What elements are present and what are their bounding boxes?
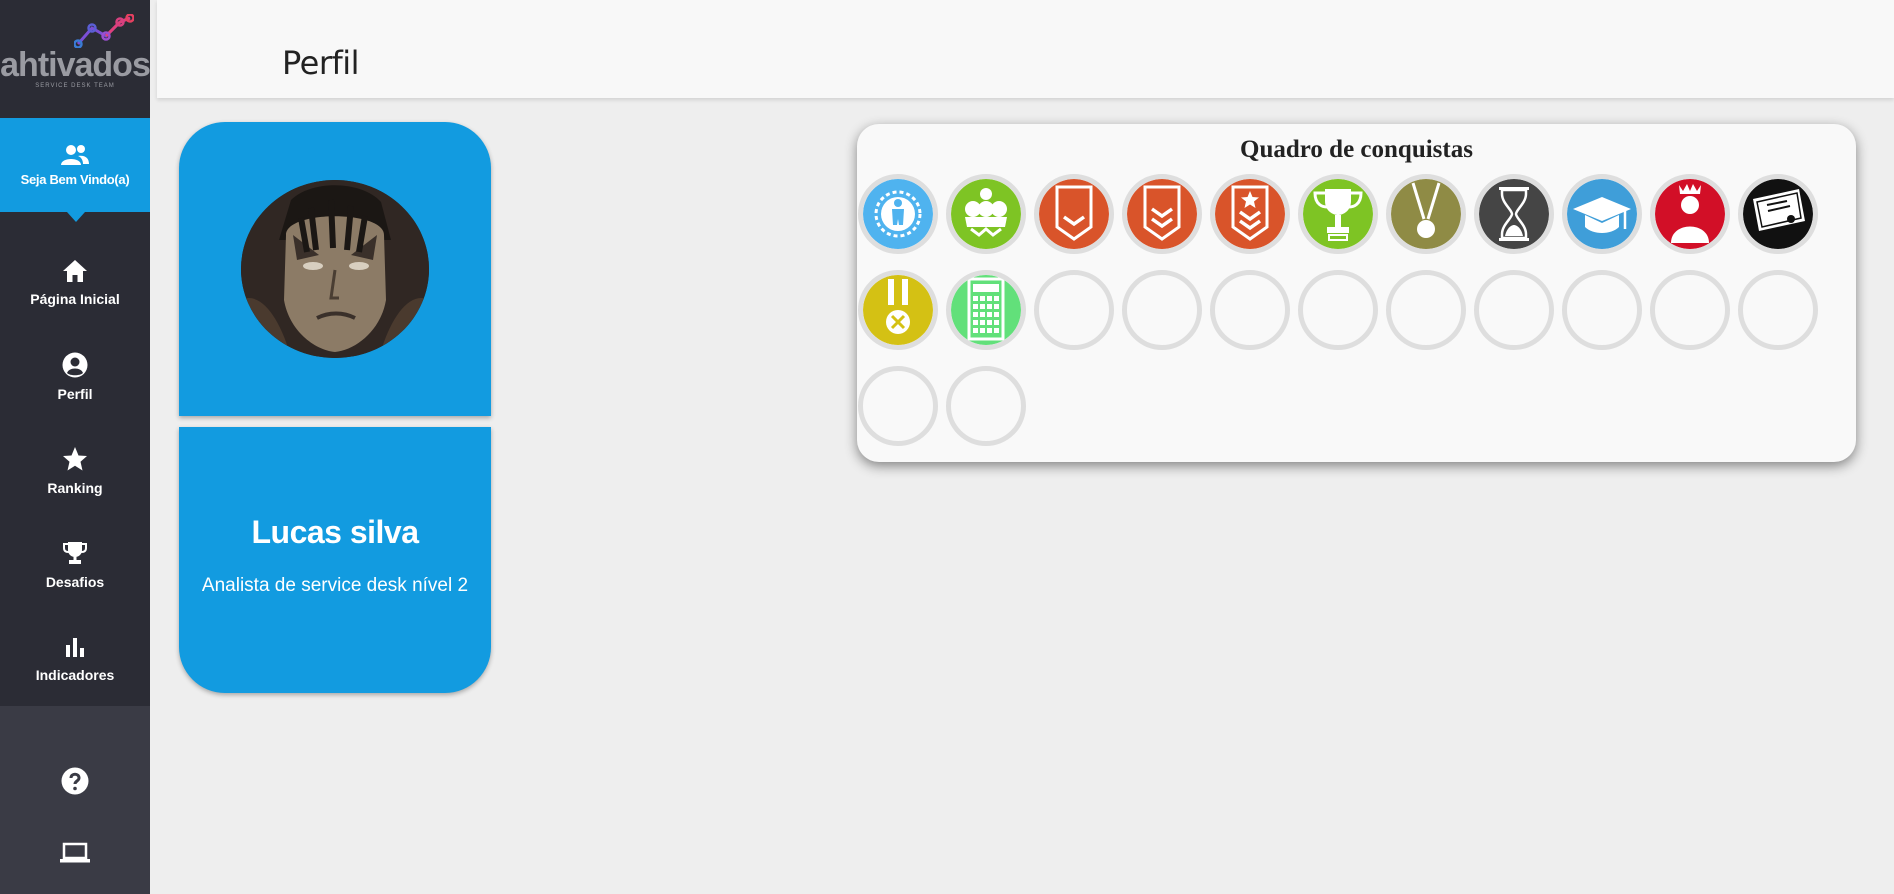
certificate-icon (1743, 179, 1813, 249)
sidebar-footer (0, 706, 150, 894)
logo-subtitle: SERVICE DESK TEAM (35, 82, 115, 89)
welcome-label: Seja Bem Vindo(a) (20, 171, 130, 187)
avatar[interactable] (241, 180, 429, 358)
badge-medal-ribbon[interactable] (858, 270, 938, 350)
avatar-image (241, 180, 429, 358)
profile-card-header (179, 122, 491, 416)
sidebar-item-welcome[interactable]: Seja Bem Vindo(a) (0, 118, 150, 222)
top-header: Perfil (157, 0, 1894, 98)
sidebar-item-label: Desafios (45, 574, 105, 590)
sidebar-item-indicators[interactable]: Indicadores (0, 612, 150, 706)
user-circle-icon (62, 352, 88, 378)
badge-king[interactable] (1650, 174, 1730, 254)
help-icon (61, 767, 89, 795)
users-icon (61, 144, 89, 165)
sidebar-nav: Página Inicial Perfil Ranking Desafios I… (0, 236, 150, 706)
person-sun-icon (863, 179, 933, 249)
achievements-title: Quadro de conquistas (1240, 136, 1473, 163)
achievements-board: Quadro de conquistas (857, 124, 1856, 462)
badge-locked[interactable] (1034, 270, 1114, 350)
hourglass-icon (1479, 179, 1549, 249)
badge-person-sun[interactable] (858, 174, 938, 254)
sidebar-item-home[interactable]: Página Inicial (0, 236, 150, 330)
badge-locked[interactable] (1474, 270, 1554, 350)
badge-locked[interactable] (1650, 270, 1730, 350)
user-name: Lucas silva (251, 513, 419, 550)
badge-locked[interactable] (1738, 270, 1818, 350)
badge-locked[interactable] (1122, 270, 1202, 350)
sidebar-item-ranking[interactable]: Ranking (0, 424, 150, 518)
badge-rank-star[interactable] (1210, 174, 1290, 254)
badge-crowd[interactable] (946, 174, 1026, 254)
badge-locked[interactable] (858, 366, 938, 446)
sidebar: ahtivados SERVICE DESK TEAM Seja Bem Vin… (0, 0, 151, 894)
rank-star-icon (1215, 179, 1285, 249)
logo-text: ahtivados (0, 45, 151, 84)
sidebar-item-label: Indicadores (35, 667, 115, 683)
profile-card-info: Lucas silva Analista de service desk nív… (179, 427, 491, 693)
star-icon (63, 447, 87, 471)
laptop-icon (60, 842, 90, 863)
rank-chevron-1-icon (1039, 179, 1109, 249)
trophy-icon (63, 542, 87, 564)
sidebar-item-challenges[interactable]: Desafios (0, 518, 150, 612)
badge-hourglass[interactable] (1474, 174, 1554, 254)
badge-calculator[interactable] (946, 270, 1026, 350)
device-button[interactable] (60, 838, 90, 868)
logo-graph-icon (74, 14, 134, 48)
badge-rank-1[interactable] (1034, 174, 1114, 254)
badge-locked[interactable] (946, 366, 1026, 446)
crowd-icon (951, 179, 1021, 249)
page-title: Perfil (282, 44, 360, 82)
badge-rank-2[interactable] (1122, 174, 1202, 254)
medal-ribbon-icon (863, 275, 933, 345)
badge-locked[interactable] (1562, 270, 1642, 350)
badge-graduation[interactable] (1562, 174, 1642, 254)
user-role: Analista de service desk nível 2 (201, 574, 469, 596)
rank-chevron-2-icon (1127, 179, 1197, 249)
sidebar-item-profile[interactable]: Perfil (0, 330, 150, 424)
badge-medal[interactable] (1386, 174, 1466, 254)
help-button[interactable] (60, 766, 90, 796)
graduation-cap-icon (1567, 179, 1637, 249)
bar-chart-icon (66, 638, 84, 657)
medal-icon (1391, 179, 1461, 249)
trophy-cup-icon (1303, 179, 1373, 249)
sidebar-item-label: Perfil (57, 386, 93, 402)
home-icon (63, 260, 87, 282)
sidebar-item-label: Página Inicial (30, 291, 120, 307)
brand-logo[interactable]: ahtivados SERVICE DESK TEAM (0, 0, 151, 118)
sidebar-item-label: Ranking (47, 480, 103, 496)
badge-locked[interactable] (1386, 270, 1466, 350)
badge-locked[interactable] (1298, 270, 1378, 350)
badge-trophy[interactable] (1298, 174, 1378, 254)
king-icon (1655, 179, 1725, 249)
badge-locked[interactable] (1210, 270, 1290, 350)
badge-certificate[interactable] (1738, 174, 1818, 254)
calculator-icon (951, 275, 1021, 345)
